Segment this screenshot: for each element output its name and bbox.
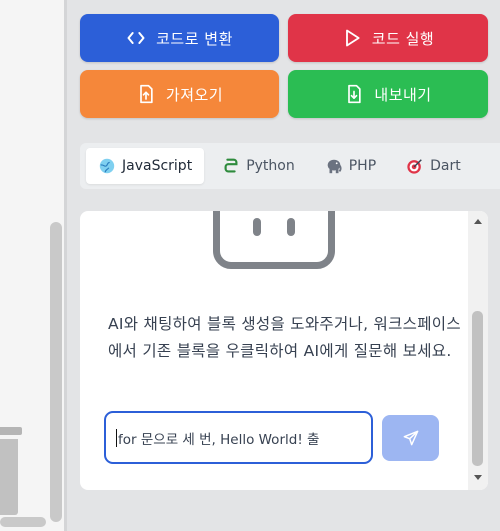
- scroll-down-arrow-icon[interactable]: [474, 475, 482, 480]
- dart-icon: [407, 159, 422, 174]
- file-upload-icon: [140, 84, 153, 104]
- tab-label: Dart: [430, 158, 461, 174]
- python-icon: [224, 158, 238, 173]
- tab-label: PHP: [348, 158, 377, 174]
- export-button[interactable]: 내보내기: [288, 70, 488, 118]
- robot-icon: [213, 211, 335, 269]
- workspace-vertical-scrollbar[interactable]: [50, 222, 62, 522]
- import-button-label: 가져오기: [165, 85, 224, 104]
- robot-eye: [287, 218, 295, 236]
- tab-label: JavaScript: [122, 158, 193, 174]
- scrollbar-thumb[interactable]: [472, 311, 483, 466]
- tab-dart[interactable]: Dart: [394, 148, 473, 184]
- robot-eye: [253, 218, 261, 236]
- chat-input-value: for 문으로 세 번, Hello World! 출: [118, 431, 320, 448]
- chat-scrollbar[interactable]: [468, 211, 488, 490]
- file-download-icon: [348, 84, 362, 104]
- send-icon: [403, 430, 418, 446]
- send-button[interactable]: [382, 415, 439, 461]
- elephant-icon: [327, 159, 342, 174]
- import-button[interactable]: 가져오기: [80, 70, 279, 118]
- tab-php[interactable]: PHP: [313, 148, 388, 184]
- export-button-label: 내보내기: [374, 85, 432, 104]
- chat-hint-message: AI와 채팅하여 블록 생성을 도와주거나, 워크스페이스에서 기존 블록을 우…: [108, 315, 461, 360]
- globe-icon: [99, 158, 115, 174]
- panel-divider[interactable]: [64, 0, 67, 531]
- scroll-up-arrow-icon[interactable]: [474, 219, 482, 224]
- run-code-button[interactable]: 코드 실행: [288, 14, 488, 62]
- convert-to-code-button[interactable]: 코드로 변환: [80, 14, 279, 62]
- text-caret: [116, 428, 117, 447]
- convert-button-label: 코드로 변환: [156, 29, 233, 48]
- trash-lid: [0, 427, 22, 435]
- workspace-horizontal-scrollbar[interactable]: [0, 517, 46, 527]
- trash-can-icon[interactable]: [0, 425, 22, 515]
- ai-chat-panel: AI와 채팅하여 블록 생성을 도와주거나, 워크스페이스에서 기존 블록을 우…: [80, 211, 488, 490]
- tab-label: Python: [246, 158, 295, 174]
- play-icon: [345, 29, 360, 47]
- language-tabs: JavaScript Python PHP Dart: [80, 143, 500, 189]
- chat-input[interactable]: for 문으로 세 번, Hello World! 출: [104, 411, 373, 464]
- blocks-workspace[interactable]: [0, 0, 64, 531]
- code-icon: [127, 32, 145, 44]
- run-button-label: 코드 실행: [371, 29, 435, 48]
- tab-python[interactable]: Python: [210, 148, 307, 184]
- tab-javascript[interactable]: JavaScript: [86, 148, 205, 184]
- trash-body: [0, 439, 18, 515]
